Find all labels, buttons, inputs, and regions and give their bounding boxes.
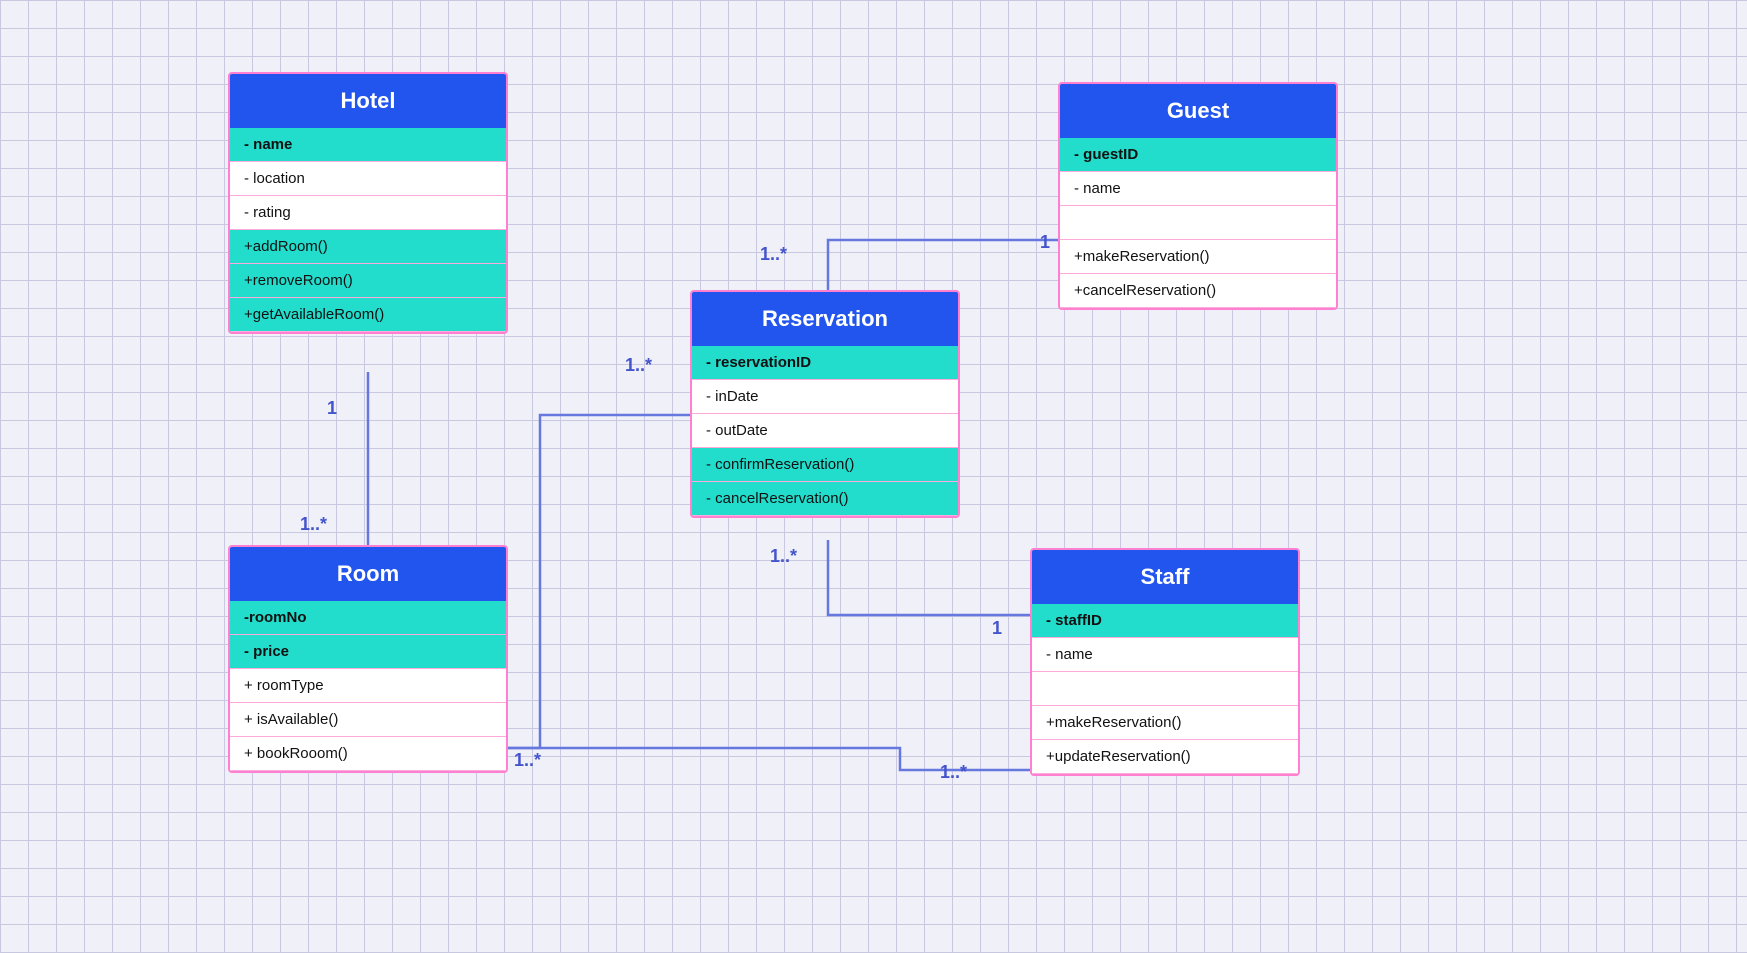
mult-hotel-1: 1 [327, 398, 337, 419]
room-attr-isavailable: + isAvailable() [230, 703, 506, 737]
hotel-attr-rating: - rating [230, 196, 506, 230]
staff-class: Staff - staffID - name +makeReservation(… [1030, 548, 1300, 776]
mult-res-bottom: 1..* [770, 546, 797, 567]
hotel-attr-name: - name [230, 128, 506, 162]
guest-attr-spacer [1060, 206, 1336, 240]
staff-attr-staffid: - staffID [1032, 604, 1298, 638]
room-class: Room -roomNo - price + roomType + isAvai… [228, 545, 508, 773]
staff-header: Staff [1032, 550, 1298, 604]
guest-method-makereservation: +makeReservation() [1060, 240, 1336, 274]
reservation-header: Reservation [692, 292, 958, 346]
room-attr-bookroom: + bookRooom() [230, 737, 506, 771]
mult-room-res: 1..* [625, 355, 652, 376]
staff-attr-name: - name [1032, 638, 1298, 672]
staff-attr-spacer [1032, 672, 1298, 706]
reservation-method-confirm: - confirmReservation() [692, 448, 958, 482]
room-attr-price: - price [230, 635, 506, 669]
hotel-header: Hotel [230, 74, 506, 128]
mult-room-bottom: 1..* [514, 750, 541, 771]
staff-method-updatereservation: +updateReservation() [1032, 740, 1298, 774]
reservation-attr-outdate: - outDate [692, 414, 958, 448]
hotel-method-removeroom: +removeRoom() [230, 264, 506, 298]
mult-staff-1: 1 [992, 618, 1002, 639]
guest-attr-name: - name [1060, 172, 1336, 206]
hotel-attr-location: - location [230, 162, 506, 196]
hotel-class: Hotel - name - location - rating +addRoo… [228, 72, 508, 334]
reservation-class: Reservation - reservationID - inDate - o… [690, 290, 960, 518]
staff-method-makereservation: +makeReservation() [1032, 706, 1298, 740]
mult-hotel-room: 1..* [300, 514, 327, 535]
mult-staff-bottom: 1..* [940, 762, 967, 783]
guest-header: Guest [1060, 84, 1336, 138]
reservation-attr-indate: - inDate [692, 380, 958, 414]
mult-res-top: 1..* [760, 244, 787, 265]
guest-class: Guest - guestID - name +makeReservation(… [1058, 82, 1338, 310]
reservation-method-cancel: - cancelReservation() [692, 482, 958, 516]
reservation-attr-id: - reservationID [692, 346, 958, 380]
room-header: Room [230, 547, 506, 601]
guest-attr-guestid: - guestID [1060, 138, 1336, 172]
hotel-method-addroom: +addRoom() [230, 230, 506, 264]
room-attr-roomno: -roomNo [230, 601, 506, 635]
hotel-method-getavailableroom: +getAvailableRoom() [230, 298, 506, 332]
room-attr-roomtype: + roomType [230, 669, 506, 703]
guest-method-cancelreservation: +cancelReservation() [1060, 274, 1336, 308]
mult-guest-1: 1 [1040, 232, 1050, 253]
